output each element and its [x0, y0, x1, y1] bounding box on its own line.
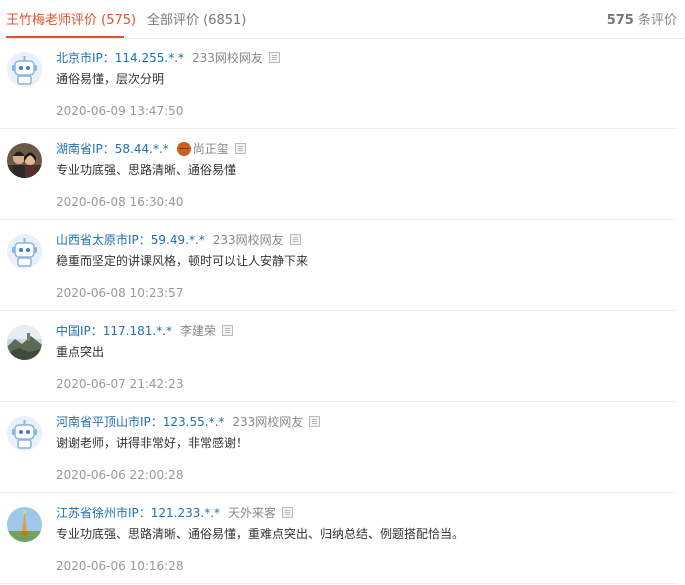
- review-text: 重点突出: [56, 345, 105, 359]
- document-icon: [309, 416, 321, 427]
- document-icon: [234, 143, 246, 154]
- reviewer-location-link[interactable]: 中国IP：117.181.*.*: [56, 324, 172, 338]
- review-header: 湖南省IP：58.44.*.* 尚正玺: [56, 141, 246, 157]
- reviewer-location-link[interactable]: 湖南省IP：58.44.*.*: [56, 142, 169, 156]
- tower-photo-avatar[interactable]: [7, 507, 42, 542]
- review-header: 山西省太原市IP：59.49.*.* 233网校网友: [56, 232, 301, 248]
- document-icon: [282, 507, 294, 518]
- review-timestamp: 2020-06-08 10:23:57: [56, 286, 184, 300]
- review-text: 通俗易懂，层次分明: [56, 72, 165, 86]
- review-item: 北京市IP：114.255.*.* 233网校网友 通俗易懂，层次分明 2020-…: [0, 38, 677, 129]
- review-item: 中国IP：117.181.*.* 李建荣 重点突出 2020-06-07 21:4…: [0, 311, 677, 402]
- tab-all-reviews[interactable]: 全部评价 (6851): [147, 12, 246, 30]
- reviewer-location-link[interactable]: 北京市IP：114.255.*.*: [56, 51, 184, 65]
- review-count-number: 575: [606, 13, 634, 28]
- review-item: 河南省平顶山市IP：123.55.*.* 233网校网友 谢谢老师，讲得非常好，非…: [0, 402, 677, 493]
- document-icon: [222, 325, 234, 336]
- review-text: 专业功底强、思路清晰、通俗易懂: [56, 163, 237, 177]
- reviewer-nickname: 233网校网友: [192, 51, 263, 65]
- reviewer-nickname: 天外来客: [228, 506, 277, 520]
- reviewer-location-link[interactable]: 江苏省徐州市IP：121.233.*.*: [56, 506, 220, 520]
- review-item: 江苏省徐州市IP：121.233.*.* 天外来客 专业功底强、思路清晰、通俗易懂…: [0, 493, 677, 584]
- review-text: 谢谢老师，讲得非常好，非常感谢！: [56, 436, 249, 450]
- review-timestamp: 2020-06-09 13:47:50: [56, 104, 184, 118]
- reviewer-nickname: 尚正玺: [192, 142, 229, 156]
- review-header: 河南省平顶山市IP：123.55.*.* 233网校网友: [56, 414, 321, 430]
- robot-avatar[interactable]: [7, 234, 42, 269]
- reviewer-location-link[interactable]: 山西省太原市IP：59.49.*.*: [56, 233, 205, 247]
- review-header: 中国IP：117.181.*.* 李建荣: [56, 323, 234, 339]
- robot-avatar[interactable]: [7, 416, 42, 451]
- reviewer-nickname: 233网校网友: [212, 233, 284, 247]
- review-item: 山西省太原市IP：59.49.*.* 233网校网友 稳重而坚定的讲课风格，顿时可…: [0, 220, 677, 311]
- review-timestamp: 2020-06-06 10:16:28: [56, 559, 184, 573]
- review-header: 北京市IP：114.255.*.* 233网校网友: [56, 50, 280, 66]
- review-item: 湖南省IP：58.44.*.* 尚正玺 专业功底强、思路清晰、通俗易懂 2020-…: [0, 129, 677, 220]
- document-icon: [289, 234, 301, 245]
- review-timestamp: 2020-06-08 16:30:40: [56, 195, 184, 209]
- review-count-suffix: 条评价: [633, 13, 677, 28]
- review-timestamp: 2020-06-06 22:00:28: [56, 468, 184, 482]
- reviewer-nickname: 233网校网友: [232, 415, 304, 429]
- robot-avatar[interactable]: [7, 52, 42, 87]
- review-timestamp: 2020-06-07 21:42:23: [56, 377, 184, 391]
- landscape-photo-avatar[interactable]: [7, 325, 42, 360]
- basketball-badge-icon: [176, 142, 191, 156]
- review-header: 江苏省徐州市IP：121.233.*.* 天外来客: [56, 505, 294, 521]
- reviewer-nickname: 李建荣: [180, 324, 217, 338]
- couple-photo-avatar[interactable]: [7, 143, 42, 178]
- reviewer-location-link[interactable]: 河南省平顶山市IP：123.55.*.*: [56, 415, 224, 429]
- review-count: 575 条评价: [607, 12, 677, 30]
- document-icon: [268, 52, 280, 63]
- review-tabs: 王竹梅老师评价 (575) 全部评价 (6851) 575 条评价: [0, 0, 685, 39]
- review-text: 稳重而坚定的讲课风格，顿时可以让人安静下来: [56, 254, 309, 268]
- tab-teacher-reviews[interactable]: 王竹梅老师评价 (575): [6, 12, 136, 30]
- review-text: 专业功底强、思路清晰、通俗易懂，重难点突出、归纳总结、例题搭配恰当。: [56, 527, 465, 541]
